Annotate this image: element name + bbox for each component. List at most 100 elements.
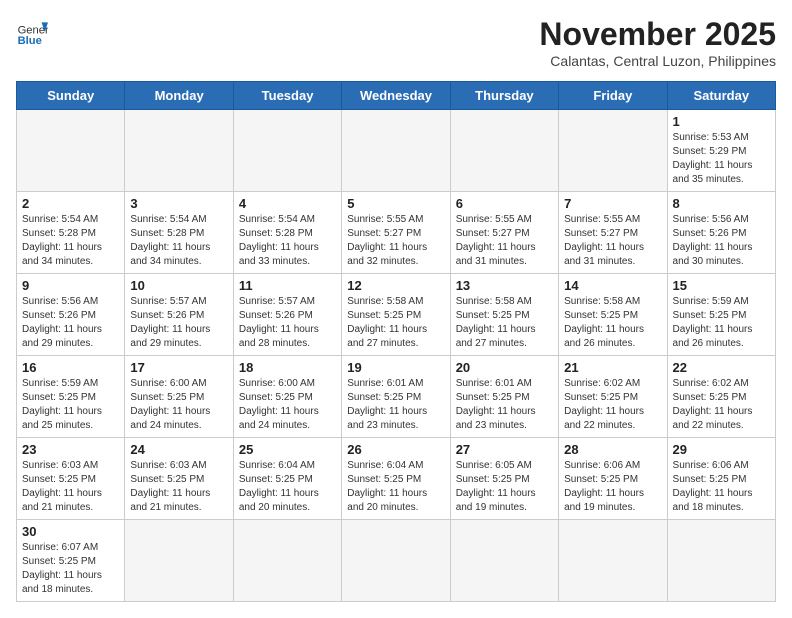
calendar-cell: 23 Sunrise: 6:03 AM Sunset: 5:25 PM Dayli… [17,438,125,520]
calendar-cell: 18 Sunrise: 6:00 AM Sunset: 5:25 PM Dayli… [233,356,341,438]
calendar-cell [17,110,125,192]
calendar-header-row: SundayMondayTuesdayWednesdayThursdayFrid… [17,82,776,110]
day-number: 9 [22,278,119,293]
cell-info: Sunrise: 6:02 AM Sunset: 5:25 PM Dayligh… [564,377,661,433]
calendar-cell [559,110,667,192]
calendar-cell: 26 Sunrise: 6:04 AM Sunset: 5:25 PM Dayli… [342,438,450,520]
cell-info: Sunrise: 5:53 AM Sunset: 5:29 PM Dayligh… [673,131,770,187]
cell-info: Sunrise: 5:58 AM Sunset: 5:25 PM Dayligh… [456,295,553,351]
day-number: 1 [673,114,770,129]
day-number: 30 [22,524,119,539]
day-header-tuesday: Tuesday [233,82,341,110]
calendar-cell [450,520,558,602]
day-header-sunday: Sunday [17,82,125,110]
calendar-cell [233,520,341,602]
day-number: 26 [347,442,444,457]
calendar-cell [559,520,667,602]
calendar-cell: 25 Sunrise: 6:04 AM Sunset: 5:25 PM Dayli… [233,438,341,520]
svg-text:Blue: Blue [18,35,42,47]
calendar-cell: 6 Sunrise: 5:55 AM Sunset: 5:27 PM Daylig… [450,192,558,274]
cell-info: Sunrise: 6:06 AM Sunset: 5:25 PM Dayligh… [673,459,770,515]
location: Calantas, Central Luzon, Philippines [539,53,776,69]
cell-info: Sunrise: 5:58 AM Sunset: 5:25 PM Dayligh… [564,295,661,351]
day-number: 16 [22,360,119,375]
calendar-cell [125,520,233,602]
cell-info: Sunrise: 5:54 AM Sunset: 5:28 PM Dayligh… [239,213,336,269]
cell-info: Sunrise: 5:55 AM Sunset: 5:27 PM Dayligh… [564,213,661,269]
day-header-thursday: Thursday [450,82,558,110]
day-number: 10 [130,278,227,293]
page-header: General Blue November 2025 Calantas, Cen… [16,16,776,69]
cell-info: Sunrise: 6:04 AM Sunset: 5:25 PM Dayligh… [239,459,336,515]
day-number: 13 [456,278,553,293]
cell-info: Sunrise: 5:59 AM Sunset: 5:25 PM Dayligh… [673,295,770,351]
cell-info: Sunrise: 5:58 AM Sunset: 5:25 PM Dayligh… [347,295,444,351]
day-number: 3 [130,196,227,211]
logo: General Blue [16,16,48,48]
calendar-cell: 14Sunrise: 5:58 AM Sunset: 5:25 PM Dayli… [559,274,667,356]
calendar-cell: 10Sunrise: 5:57 AM Sunset: 5:26 PM Dayli… [125,274,233,356]
day-header-friday: Friday [559,82,667,110]
calendar-week-row: 16Sunrise: 5:59 AM Sunset: 5:25 PM Dayli… [17,356,776,438]
calendar-cell: 2Sunrise: 5:54 AM Sunset: 5:28 PM Daylig… [17,192,125,274]
calendar-cell [233,110,341,192]
calendar-cell: 19Sunrise: 6:01 AM Sunset: 5:25 PM Dayli… [342,356,450,438]
calendar-cell: 15Sunrise: 5:59 AM Sunset: 5:25 PM Dayli… [667,274,775,356]
calendar-cell [342,520,450,602]
day-number: 29 [673,442,770,457]
calendar-week-row: 30Sunrise: 6:07 AM Sunset: 5:25 PM Dayli… [17,520,776,602]
calendar-table: SundayMondayTuesdayWednesdayThursdayFrid… [16,81,776,602]
day-number: 22 [673,360,770,375]
calendar-cell: 24 Sunrise: 6:03 AM Sunset: 5:25 PM Dayli… [125,438,233,520]
calendar-week-row: 23 Sunrise: 6:03 AM Sunset: 5:25 PM Dayli… [17,438,776,520]
day-number: 18 [239,360,336,375]
cell-info: Sunrise: 5:55 AM Sunset: 5:27 PM Dayligh… [347,213,444,269]
cell-info: Sunrise: 6:01 AM Sunset: 5:25 PM Dayligh… [456,377,553,433]
calendar-cell: 1 Sunrise: 5:53 AM Sunset: 5:29 PM Daylig… [667,110,775,192]
calendar-cell: 27 Sunrise: 6:05 AM Sunset: 5:25 PM Dayli… [450,438,558,520]
calendar-cell [125,110,233,192]
calendar-week-row: 9 Sunrise: 5:56 AM Sunset: 5:26 PM Daylig… [17,274,776,356]
cell-info: Sunrise: 6:00 AM Sunset: 5:25 PM Dayligh… [130,377,227,433]
calendar-cell: 22 Sunrise: 6:02 AM Sunset: 5:25 PM Dayli… [667,356,775,438]
cell-info: Sunrise: 5:54 AM Sunset: 5:28 PM Dayligh… [130,213,227,269]
day-number: 28 [564,442,661,457]
calendar-cell [667,520,775,602]
day-number: 23 [22,442,119,457]
cell-info: Sunrise: 6:01 AM Sunset: 5:25 PM Dayligh… [347,377,444,433]
calendar-cell: 29 Sunrise: 6:06 AM Sunset: 5:25 PM Dayli… [667,438,775,520]
cell-info: Sunrise: 5:56 AM Sunset: 5:26 PM Dayligh… [673,213,770,269]
day-header-monday: Monday [125,82,233,110]
cell-info: Sunrise: 6:03 AM Sunset: 5:25 PM Dayligh… [130,459,227,515]
cell-info: Sunrise: 6:02 AM Sunset: 5:25 PM Dayligh… [673,377,770,433]
cell-info: Sunrise: 6:05 AM Sunset: 5:25 PM Dayligh… [456,459,553,515]
day-number: 27 [456,442,553,457]
calendar-cell: 30Sunrise: 6:07 AM Sunset: 5:25 PM Dayli… [17,520,125,602]
day-number: 6 [456,196,553,211]
calendar-cell: 11Sunrise: 5:57 AM Sunset: 5:26 PM Dayli… [233,274,341,356]
cell-info: Sunrise: 5:55 AM Sunset: 5:27 PM Dayligh… [456,213,553,269]
cell-info: Sunrise: 6:03 AM Sunset: 5:25 PM Dayligh… [22,459,119,515]
day-number: 5 [347,196,444,211]
calendar-cell: 3 Sunrise: 5:54 AM Sunset: 5:28 PM Daylig… [125,192,233,274]
calendar-cell: 20 Sunrise: 6:01 AM Sunset: 5:25 PM Dayli… [450,356,558,438]
calendar-cell: 21 Sunrise: 6:02 AM Sunset: 5:25 PM Dayli… [559,356,667,438]
cell-info: Sunrise: 5:56 AM Sunset: 5:26 PM Dayligh… [22,295,119,351]
calendar-cell [342,110,450,192]
logo-icon: General Blue [16,16,48,48]
cell-info: Sunrise: 6:06 AM Sunset: 5:25 PM Dayligh… [564,459,661,515]
day-number: 25 [239,442,336,457]
day-number: 7 [564,196,661,211]
day-number: 24 [130,442,227,457]
calendar-week-row: 1 Sunrise: 5:53 AM Sunset: 5:29 PM Daylig… [17,110,776,192]
cell-info: Sunrise: 6:04 AM Sunset: 5:25 PM Dayligh… [347,459,444,515]
day-number: 20 [456,360,553,375]
cell-info: Sunrise: 6:00 AM Sunset: 5:25 PM Dayligh… [239,377,336,433]
calendar-cell: 7 Sunrise: 5:55 AM Sunset: 5:27 PM Daylig… [559,192,667,274]
calendar-cell: 12 Sunrise: 5:58 AM Sunset: 5:25 PM Dayli… [342,274,450,356]
calendar-cell: 16Sunrise: 5:59 AM Sunset: 5:25 PM Dayli… [17,356,125,438]
day-number: 12 [347,278,444,293]
day-number: 21 [564,360,661,375]
day-number: 4 [239,196,336,211]
day-number: 17 [130,360,227,375]
